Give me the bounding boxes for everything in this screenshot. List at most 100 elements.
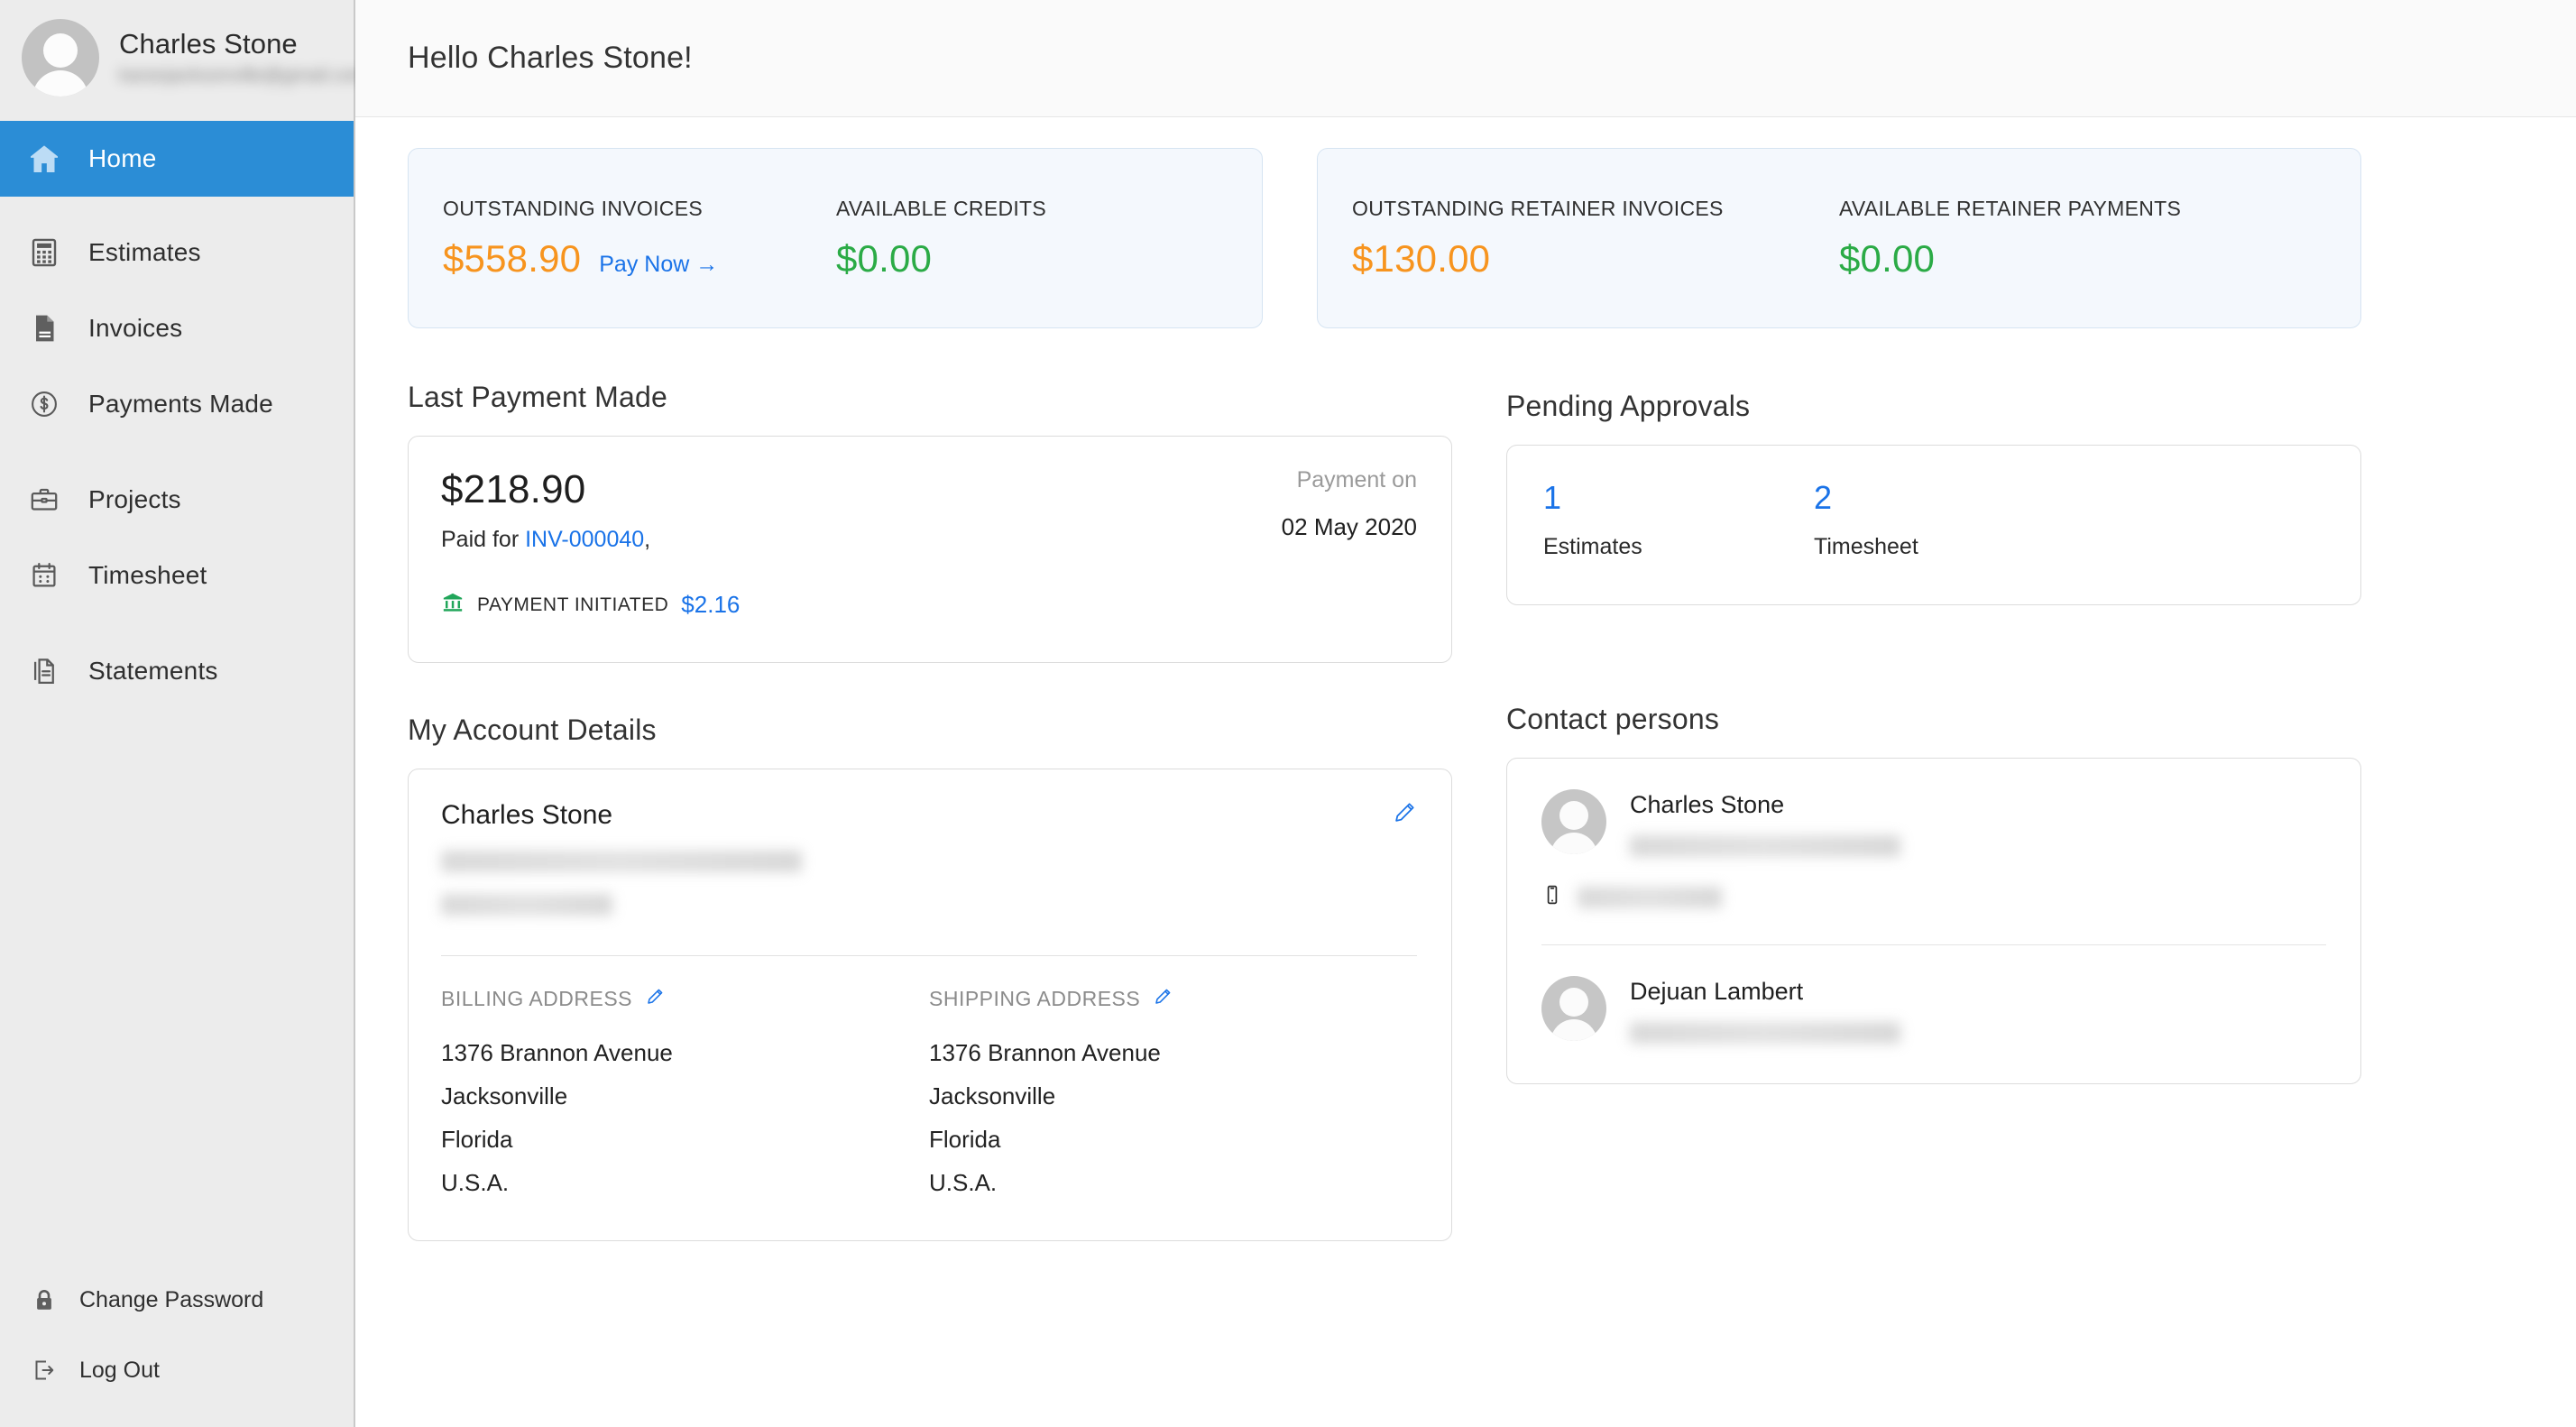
last-payment-card: $218.90 Paid for INV-000040, Payment on …: [408, 436, 1452, 663]
invoices-summary-card: OUTSTANDING INVOICES $558.90 Pay Now → A…: [408, 148, 1263, 328]
contact-person-row[interactable]: Charles Stone: [1541, 759, 2326, 857]
sidebar-item-label: Statements: [88, 657, 218, 686]
payment-status-label: PAYMENT INITIATED: [477, 594, 668, 616]
available-credits-block: AVAILABLE CREDITS $0.00: [836, 197, 1161, 281]
lock-icon: [27, 1283, 61, 1317]
address-line: 1376 Brannon Avenue: [441, 1031, 929, 1074]
sidebar-item-change-password[interactable]: Change Password: [0, 1265, 354, 1335]
sidebar-item-payments-made[interactable]: Payments Made: [0, 366, 354, 442]
sidebar-item-estimates[interactable]: Estimates: [0, 215, 354, 290]
shipping-address-block: SHIPPING ADDRESS 1376 Brannon Avenue: [929, 987, 1417, 1204]
payment-status-row: PAYMENT INITIATED $2.16: [441, 591, 1417, 619]
dashboard-columns: Last Payment Made $218.90 Paid for INV-0…: [408, 381, 2524, 1241]
contact-person-row[interactable]: Dejuan Lambert: [1541, 945, 2326, 1083]
address-line: U.S.A.: [929, 1161, 1417, 1204]
paid-for-prefix: Paid for: [441, 527, 525, 552]
contact-phone-row: [1541, 884, 2326, 910]
bank-icon: [441, 591, 465, 619]
last-payment-title: Last Payment Made: [408, 381, 1452, 414]
documents-icon: [23, 650, 65, 692]
sidebar-item-projects[interactable]: Projects: [0, 462, 354, 538]
approval-label: Timesheet: [1814, 534, 2084, 560]
sidebar-item-label: Projects: [88, 485, 181, 514]
shipping-address-lines: 1376 Brannon Avenue Jacksonville Florida…: [929, 1031, 1417, 1204]
sidebar-item-label: Home: [88, 144, 157, 173]
app-root: Charles Stone karanjacksonville@gmail.co…: [0, 0, 2576, 1427]
profile-name: Charles Stone: [119, 29, 369, 60]
briefcase-icon: [23, 479, 65, 520]
sidebar-item-timesheet[interactable]: Timesheet: [0, 538, 354, 613]
sidebar-item-log-out[interactable]: Log Out: [0, 1335, 354, 1405]
outstanding-retainer-value: $130.00: [1352, 237, 1490, 281]
main-content: Hello Charles Stone! OUTSTANDING INVOICE…: [355, 0, 2576, 1427]
approval-item-timesheet[interactable]: 2 Timesheet: [1814, 482, 2084, 568]
sidebar-bottom-label: Log Out: [79, 1358, 160, 1384]
sidebar-item-label: Payments Made: [88, 390, 273, 419]
contact-phone-masked: [1578, 887, 1722, 908]
sidebar-item-statements[interactable]: Statements: [0, 633, 354, 709]
sidebar-item-home[interactable]: Home: [0, 121, 354, 197]
sidebar-nav: Home Estimates: [0, 121, 354, 709]
person-avatar-icon: [22, 19, 99, 97]
pending-approvals-title: Pending Approvals: [1506, 390, 2361, 423]
account-email-masked: [441, 851, 802, 872]
address-line: Florida: [441, 1118, 929, 1161]
sidebar-item-invoices[interactable]: Invoices: [0, 290, 354, 366]
outstanding-retainer-label: OUTSTANDING RETAINER INVOICES: [1352, 197, 1839, 221]
sidebar-item-label: Timesheet: [88, 561, 207, 590]
billing-address-label: BILLING ADDRESS: [441, 987, 632, 1011]
mobile-icon: [1541, 884, 1563, 910]
paid-for-suffix: ,: [644, 527, 650, 552]
logout-icon: [27, 1353, 61, 1387]
approval-label: Estimates: [1543, 534, 1814, 560]
outstanding-invoices-value: $558.90: [443, 237, 581, 281]
approval-count: 2: [1814, 482, 2084, 514]
address-line: 1376 Brannon Avenue: [929, 1031, 1417, 1074]
left-column: Last Payment Made $218.90 Paid for INV-0…: [408, 381, 1452, 1241]
home-icon: [23, 138, 65, 180]
address-line: Jacksonville: [929, 1074, 1417, 1118]
addresses-row: BILLING ADDRESS 1376 Brannon Avenue: [441, 987, 1417, 1204]
invoice-link[interactable]: INV-000040: [525, 527, 644, 552]
sidebar-bottom-label: Change Password: [79, 1287, 263, 1313]
payment-date: 02 May 2020: [1282, 513, 1417, 541]
account-details-title: My Account Details: [408, 714, 1452, 747]
address-line: U.S.A.: [441, 1161, 929, 1204]
available-retainer-label: AVAILABLE RETAINER PAYMENTS: [1839, 197, 2308, 221]
address-line: Jacksonville: [441, 1074, 929, 1118]
contact-persons-title: Contact persons: [1506, 703, 2361, 736]
page-title: Hello Charles Stone!: [408, 41, 693, 76]
summary-cards-row: OUTSTANDING INVOICES $558.90 Pay Now → A…: [408, 148, 2524, 328]
calendar-icon: [23, 555, 65, 596]
pay-now-link[interactable]: Pay Now →: [599, 252, 718, 278]
contact-email-masked: [1630, 1022, 1900, 1044]
divider: [441, 955, 1417, 956]
account-details-card: Charles Stone: [408, 769, 1452, 1241]
account-phone-masked: [441, 894, 612, 916]
approval-item-estimates[interactable]: 1 Estimates: [1543, 482, 1814, 568]
shipping-address-label: SHIPPING ADDRESS: [929, 987, 1140, 1011]
pending-approvals-card: 1 Estimates 2 Timesheet: [1506, 445, 2361, 605]
account-name: Charles Stone: [441, 800, 612, 831]
contact-email-masked: [1630, 835, 1900, 857]
billing-address-lines: 1376 Brannon Avenue Jacksonville Florida…: [441, 1031, 929, 1204]
available-retainer-block: AVAILABLE RETAINER PAYMENTS $0.00: [1839, 197, 2308, 281]
outstanding-invoices-label: OUTSTANDING INVOICES: [443, 197, 836, 221]
available-credits-value: $0.00: [836, 237, 932, 281]
payment-status-amount: $2.16: [681, 591, 740, 619]
sidebar-bottom-nav: Change Password Log Out: [0, 1265, 354, 1405]
document-icon: [23, 308, 65, 349]
last-payment-amount: $218.90: [441, 467, 650, 512]
person-avatar-icon: [1541, 976, 1606, 1041]
billing-address-block: BILLING ADDRESS 1376 Brannon Avenue: [441, 987, 929, 1204]
pencil-icon[interactable]: [1153, 987, 1173, 1011]
person-avatar-icon: [1541, 789, 1606, 854]
sidebar-item-label: Invoices: [88, 314, 182, 343]
address-line: Florida: [929, 1118, 1417, 1161]
dollar-circle-icon: [23, 383, 65, 425]
approval-count: 1: [1543, 482, 1814, 514]
content-area: OUTSTANDING INVOICES $558.90 Pay Now → A…: [355, 148, 2576, 1241]
pencil-icon[interactable]: [645, 987, 665, 1011]
contact-name: Dejuan Lambert: [1630, 978, 1900, 1006]
pencil-icon[interactable]: [1392, 800, 1417, 830]
